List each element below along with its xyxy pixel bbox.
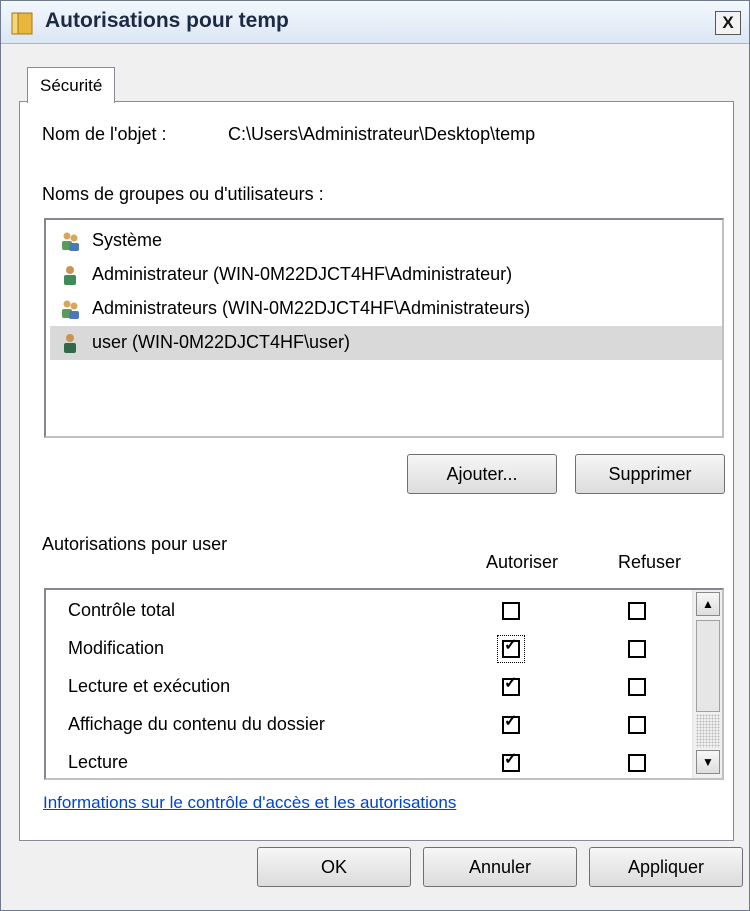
list-item-label: Administrateur (WIN-0M22DJCT4HF\Administ… (92, 264, 513, 284)
add-button[interactable]: Ajouter... (407, 454, 557, 494)
user-icon (64, 266, 76, 285)
vertical-scrollbar[interactable]: ▲ ▼ (692, 590, 722, 778)
checkmark-icon: ✓ (504, 675, 518, 692)
scroll-up-arrow-icon[interactable]: ▲ (696, 592, 720, 616)
permission-row: Affichage du contenu du dossier ✓ (46, 706, 686, 744)
allow-checkbox[interactable] (502, 602, 520, 620)
window-title: Autorisations pour temp (45, 9, 289, 32)
close-button[interactable]: X (715, 11, 741, 35)
user-icon (64, 334, 76, 353)
permission-name: Modification (68, 638, 165, 658)
permission-row: Lecture ✓ (46, 744, 686, 778)
security-panel: Nom de l'objet : C:\Users\Administrateur… (19, 101, 734, 841)
checkmark-icon: ✓ (504, 713, 518, 730)
deny-checkbox[interactable] (628, 640, 646, 658)
permission-row: Modification ✓ (46, 630, 686, 668)
permissions-list: Contrôle total Modification ✓ Lecture et… (44, 588, 724, 780)
deny-column-header: Refuser (618, 552, 682, 572)
scroll-down-arrow-icon[interactable]: ▼ (696, 750, 720, 774)
scrollbar-thumb[interactable] (696, 620, 720, 712)
allow-column-header: Autoriser (486, 552, 559, 572)
permission-name: Contrôle total (68, 600, 176, 620)
checkmark-icon: ✓ (504, 637, 518, 654)
apply-button[interactable]: Appliquer (589, 847, 743, 887)
permission-row: Lecture et exécution ✓ (46, 668, 686, 706)
deny-checkbox[interactable] (628, 716, 646, 734)
object-name-value: C:\Users\Administrateur\Desktop\temp (228, 124, 536, 144)
ok-button[interactable]: OK (257, 847, 411, 887)
remove-button[interactable]: Supprimer (575, 454, 725, 494)
tab-security[interactable]: Sécurité (27, 67, 116, 103)
deny-checkbox[interactable] (628, 754, 646, 772)
permissions-dialog: Autorisations pour temp X Sécurité Nom d… (0, 0, 750, 911)
folder-icon (11, 12, 33, 35)
permission-name: Lecture et exécution (68, 676, 231, 696)
permissions-label: Autorisations pour user (42, 534, 228, 554)
list-item-label: Système (92, 230, 163, 250)
list-item-label: user (WIN-0M22DJCT4HF\user) (92, 332, 351, 352)
permission-name: Lecture (68, 752, 129, 772)
list-item[interactable]: Administrateurs (WIN-0M22DJCT4HF\Adminis… (54, 292, 718, 326)
checkmark-icon: ✓ (504, 751, 518, 768)
groups-listbox[interactable]: Système Administrateur (WIN-0M22DJCT4HF\… (44, 218, 724, 438)
access-control-info-link[interactable]: Informations sur le contrôle d'accès et … (43, 793, 456, 813)
permission-name: Affichage du contenu du dossier (68, 714, 325, 734)
users-group-icon (62, 232, 79, 251)
list-item[interactable]: Administrateur (WIN-0M22DJCT4HF\Administ… (54, 258, 718, 292)
permission-row: Contrôle total (46, 592, 686, 630)
groups-label: Noms de groupes ou d'utilisateurs : (42, 184, 324, 204)
list-item-selected[interactable]: user (WIN-0M22DJCT4HF\user) (50, 326, 722, 360)
title-bar[interactable]: Autorisations pour temp X (1, 1, 749, 44)
deny-checkbox[interactable] (628, 678, 646, 696)
allow-checkbox[interactable]: ✓ (502, 751, 520, 772)
deny-checkbox[interactable] (628, 602, 646, 620)
allow-checkbox[interactable]: ✓ (502, 713, 520, 734)
cancel-button[interactable]: Annuler (423, 847, 577, 887)
scrollbar-track[interactable] (696, 714, 720, 748)
users-group-icon (62, 300, 79, 319)
list-item[interactable]: Système (54, 224, 718, 258)
object-name-label: Nom de l'objet : (42, 124, 167, 144)
allow-checkbox[interactable]: ✓ (502, 675, 520, 696)
allow-checkbox[interactable]: ✓ (502, 637, 520, 658)
list-item-label: Administrateurs (WIN-0M22DJCT4HF\Adminis… (92, 298, 531, 318)
